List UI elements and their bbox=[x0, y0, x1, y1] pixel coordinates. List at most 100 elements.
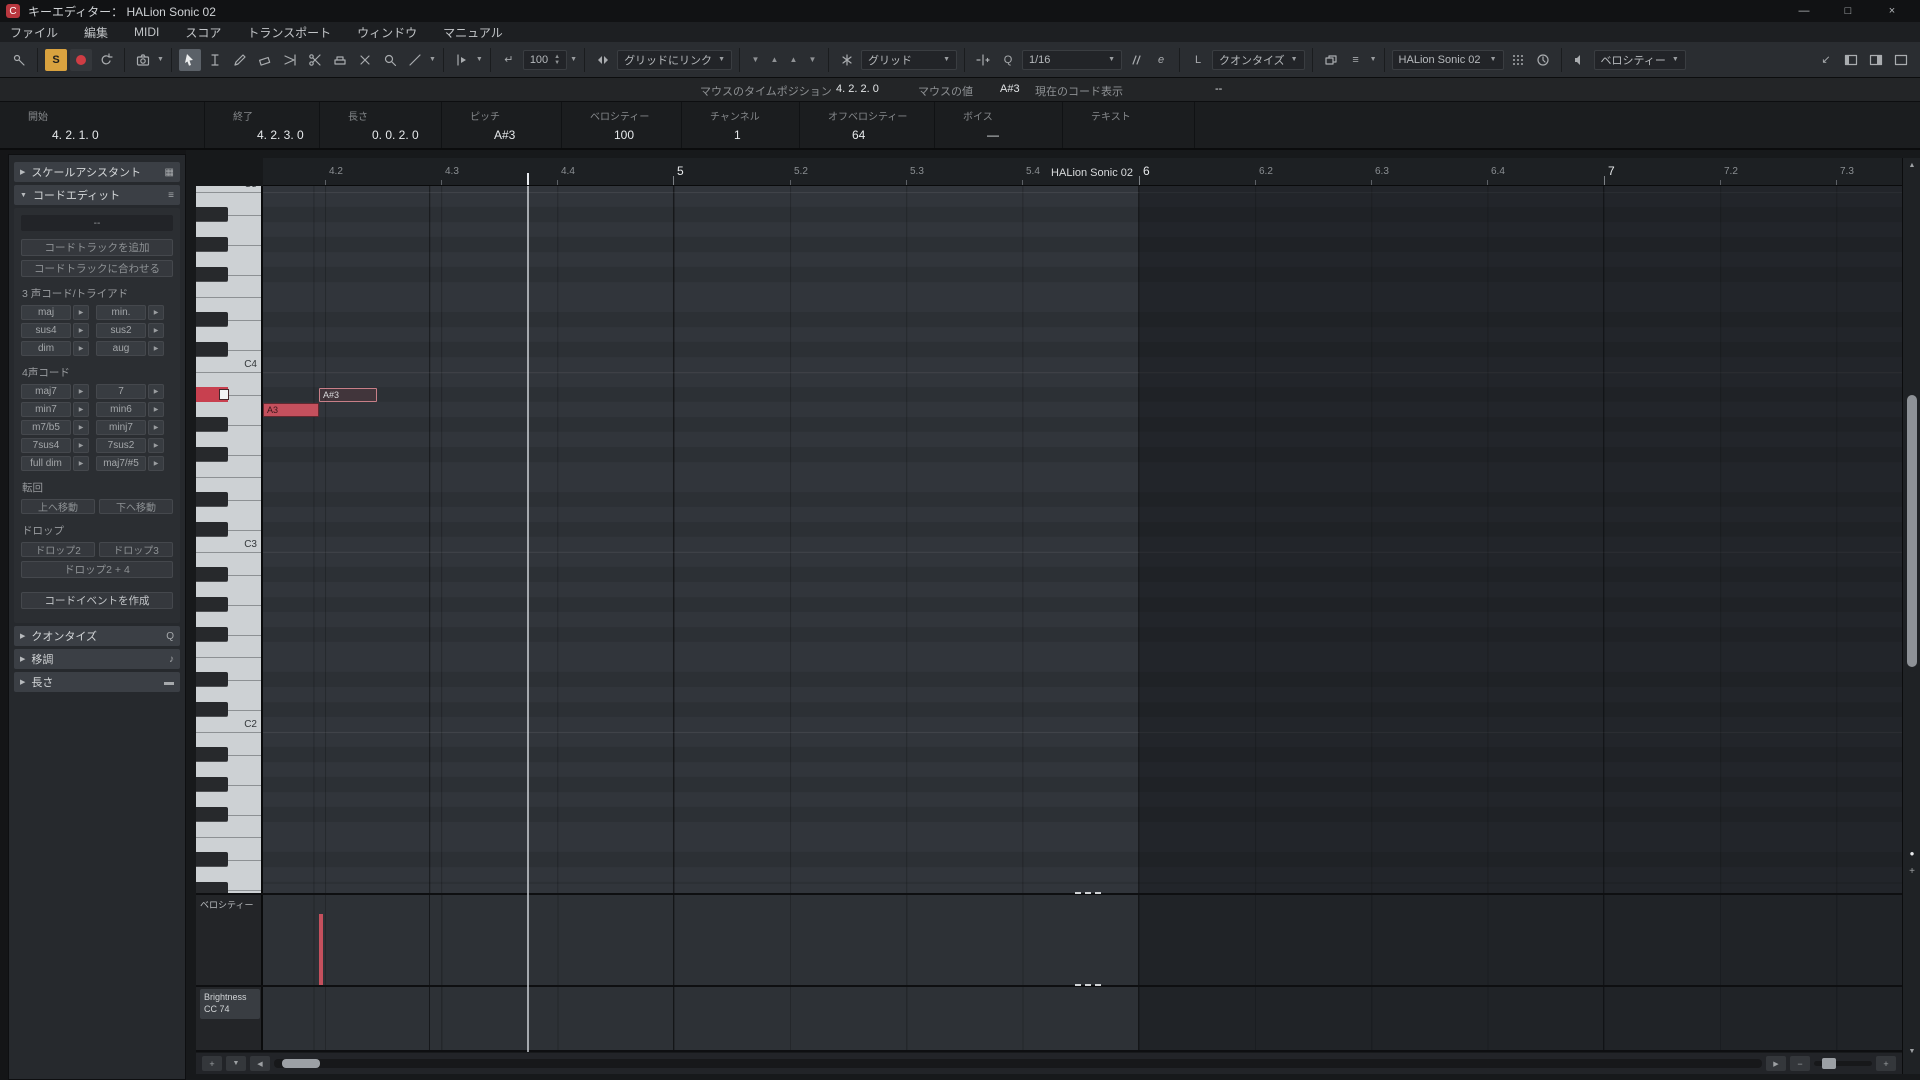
seventh-variant-arrow[interactable]: ▶ bbox=[73, 420, 89, 435]
triad-variant-arrow[interactable]: ▶ bbox=[148, 341, 164, 356]
maximize-button[interactable]: □ bbox=[1826, 0, 1870, 22]
erase-tool[interactable] bbox=[254, 49, 276, 71]
quantize-preset-dropdown[interactable]: 1/16 ▼ bbox=[1022, 49, 1122, 70]
insert-velocity-value[interactable]: 100 bbox=[530, 54, 548, 66]
vertical-zoom-dot[interactable]: ● bbox=[1903, 846, 1920, 860]
info-field-5[interactable]: チャンネル 1 bbox=[682, 102, 800, 148]
seventh-variant-arrow[interactable]: ▶ bbox=[73, 456, 89, 471]
part-list-icon[interactable]: ≡ bbox=[1345, 49, 1367, 71]
section-transpose[interactable]: ▶ 移調 ♪ bbox=[14, 649, 180, 669]
triad-button-aug[interactable]: aug bbox=[96, 341, 146, 356]
triad-button-sus2[interactable]: sus2 bbox=[96, 323, 146, 338]
seventh-button-minj7[interactable]: minj7 bbox=[96, 420, 146, 435]
add-chord-track-button[interactable]: コードトラックを追加 bbox=[21, 239, 173, 256]
quantize-edit-button[interactable]: e bbox=[1150, 49, 1172, 71]
seventh-variant-arrow[interactable]: ▶ bbox=[73, 384, 89, 399]
velocity-bar[interactable] bbox=[319, 914, 323, 985]
vertical-scrollbar-thumb[interactable] bbox=[1907, 395, 1917, 667]
menu-item-1[interactable]: 編集 bbox=[84, 24, 108, 41]
black-key[interactable] bbox=[196, 207, 228, 222]
snap-type-dropdown[interactable]: グリッド ▼ bbox=[861, 49, 957, 70]
black-key[interactable] bbox=[196, 342, 228, 357]
solo-button[interactable]: S bbox=[45, 48, 67, 71]
minimize-button[interactable]: — bbox=[1782, 0, 1826, 22]
seventh-button-maj75[interactable]: maj7/#5 bbox=[96, 456, 146, 471]
seventh-button-fulldim[interactable]: full dim bbox=[21, 456, 71, 471]
black-key[interactable] bbox=[196, 492, 228, 507]
mute-tool[interactable] bbox=[354, 49, 376, 71]
pin-icon[interactable] bbox=[8, 49, 30, 71]
split-plus-minus-icon[interactable] bbox=[972, 49, 994, 71]
black-key[interactable] bbox=[196, 447, 228, 462]
black-key[interactable] bbox=[196, 417, 228, 432]
time-display-icon[interactable] bbox=[1532, 49, 1554, 71]
right-zone-toggle-icon[interactable] bbox=[1865, 49, 1887, 71]
glue-tool[interactable] bbox=[329, 49, 351, 71]
nudge-button-2[interactable]: ▲ bbox=[785, 51, 802, 69]
draw-tool[interactable] bbox=[229, 49, 251, 71]
note-grid[interactable]: A3 A#3 bbox=[263, 186, 1902, 893]
vertical-zoom-in-button[interactable]: + bbox=[1903, 864, 1920, 878]
info-field-0[interactable]: 開始 4. 2. 1. 0 bbox=[0, 102, 205, 148]
triad-variant-arrow[interactable]: ▶ bbox=[73, 323, 89, 338]
menu-item-6[interactable]: マニュアル bbox=[443, 24, 503, 41]
insert-velocity-dropdown[interactable]: ▼ bbox=[570, 56, 577, 63]
match-chord-track-button[interactable]: コードトラックに合わせる bbox=[21, 260, 173, 277]
lane-preset-dropdown[interactable]: ▼ bbox=[226, 1056, 246, 1071]
seventh-variant-arrow[interactable]: ▶ bbox=[73, 438, 89, 453]
info-field-7[interactable]: ボイス — bbox=[935, 102, 1063, 148]
snapshot-camera-icon[interactable] bbox=[132, 49, 154, 71]
black-key[interactable] bbox=[196, 312, 228, 327]
seventh-variant-arrow[interactable]: ▶ bbox=[148, 420, 164, 435]
open-in-lower-zone-icon[interactable]: ↙ bbox=[1815, 49, 1837, 71]
record-button[interactable] bbox=[70, 48, 92, 71]
menu-item-2[interactable]: MIDI bbox=[134, 25, 159, 39]
line-tool[interactable] bbox=[404, 49, 426, 71]
nudge-button-0[interactable]: ▼ bbox=[747, 51, 764, 69]
scroll-right-button[interactable]: ▶ bbox=[1766, 1056, 1786, 1071]
black-key[interactable] bbox=[196, 807, 228, 822]
line-tool-dropdown[interactable]: ▼ bbox=[429, 56, 436, 63]
snapshot-dropdown[interactable]: ▼ bbox=[157, 56, 164, 63]
black-key[interactable] bbox=[196, 597, 228, 612]
zoom-in-button[interactable]: + bbox=[1876, 1056, 1896, 1071]
section-length[interactable]: ▶ 長さ ▬ bbox=[14, 672, 180, 692]
zoom-tool[interactable] bbox=[379, 49, 401, 71]
black-key[interactable] bbox=[196, 567, 228, 582]
scroll-up-button[interactable]: ▲ bbox=[1903, 158, 1920, 172]
auto-scroll-dropdown[interactable]: ▼ bbox=[476, 56, 483, 63]
black-key[interactable] bbox=[196, 852, 228, 867]
length-quantize-dropdown[interactable]: クオンタイズ ▼ bbox=[1212, 49, 1305, 70]
info-field-6[interactable]: オフベロシティー 64 bbox=[800, 102, 935, 148]
triad-variant-arrow[interactable]: ▶ bbox=[148, 323, 164, 338]
seventh-button-7[interactable]: 7 bbox=[96, 384, 146, 399]
lane-resize-handle[interactable] bbox=[1075, 984, 1101, 986]
seventh-variant-arrow[interactable]: ▶ bbox=[148, 384, 164, 399]
black-key[interactable] bbox=[196, 702, 228, 717]
info-field-3[interactable]: ピッチ A#3 bbox=[442, 102, 562, 148]
black-key[interactable] bbox=[196, 882, 228, 893]
seventh-button-maj7[interactable]: maj7 bbox=[21, 384, 71, 399]
drop-button-0[interactable]: ドロップ2 bbox=[21, 542, 95, 557]
horizontal-zoom-slider[interactable] bbox=[1814, 1058, 1872, 1069]
black-key[interactable] bbox=[196, 747, 228, 762]
seventh-variant-arrow[interactable]: ▶ bbox=[148, 438, 164, 453]
menu-item-0[interactable]: ファイル bbox=[10, 24, 58, 41]
triad-button-sus4[interactable]: sus4 bbox=[21, 323, 71, 338]
object-select-tool[interactable] bbox=[178, 48, 201, 71]
setup-toolbar-icon[interactable] bbox=[1890, 49, 1912, 71]
snap-icon[interactable] bbox=[836, 49, 858, 71]
triad-button-dim[interactable]: dim bbox=[21, 341, 71, 356]
vertical-scrollbar[interactable]: ▲ ● + ▼ bbox=[1902, 158, 1920, 1074]
triad-button-min[interactable]: min. bbox=[96, 305, 146, 320]
seventh-variant-arrow[interactable]: ▶ bbox=[73, 402, 89, 417]
piano-keyboard[interactable]: C5C4C3C2C1 bbox=[196, 186, 263, 893]
black-key[interactable] bbox=[196, 522, 228, 537]
midi-note-A#3[interactable]: A#3 bbox=[319, 388, 377, 402]
horizontal-zoom-thumb[interactable] bbox=[1822, 1058, 1836, 1069]
velocity-lane[interactable] bbox=[263, 895, 1902, 985]
section-chord-edit[interactable]: ▼ コードエディット ≡ bbox=[14, 185, 180, 205]
black-key[interactable] bbox=[196, 777, 228, 792]
zoom-out-button[interactable]: − bbox=[1790, 1056, 1810, 1071]
insert-velocity-box[interactable]: 100 ▲ ▼ bbox=[522, 49, 568, 70]
